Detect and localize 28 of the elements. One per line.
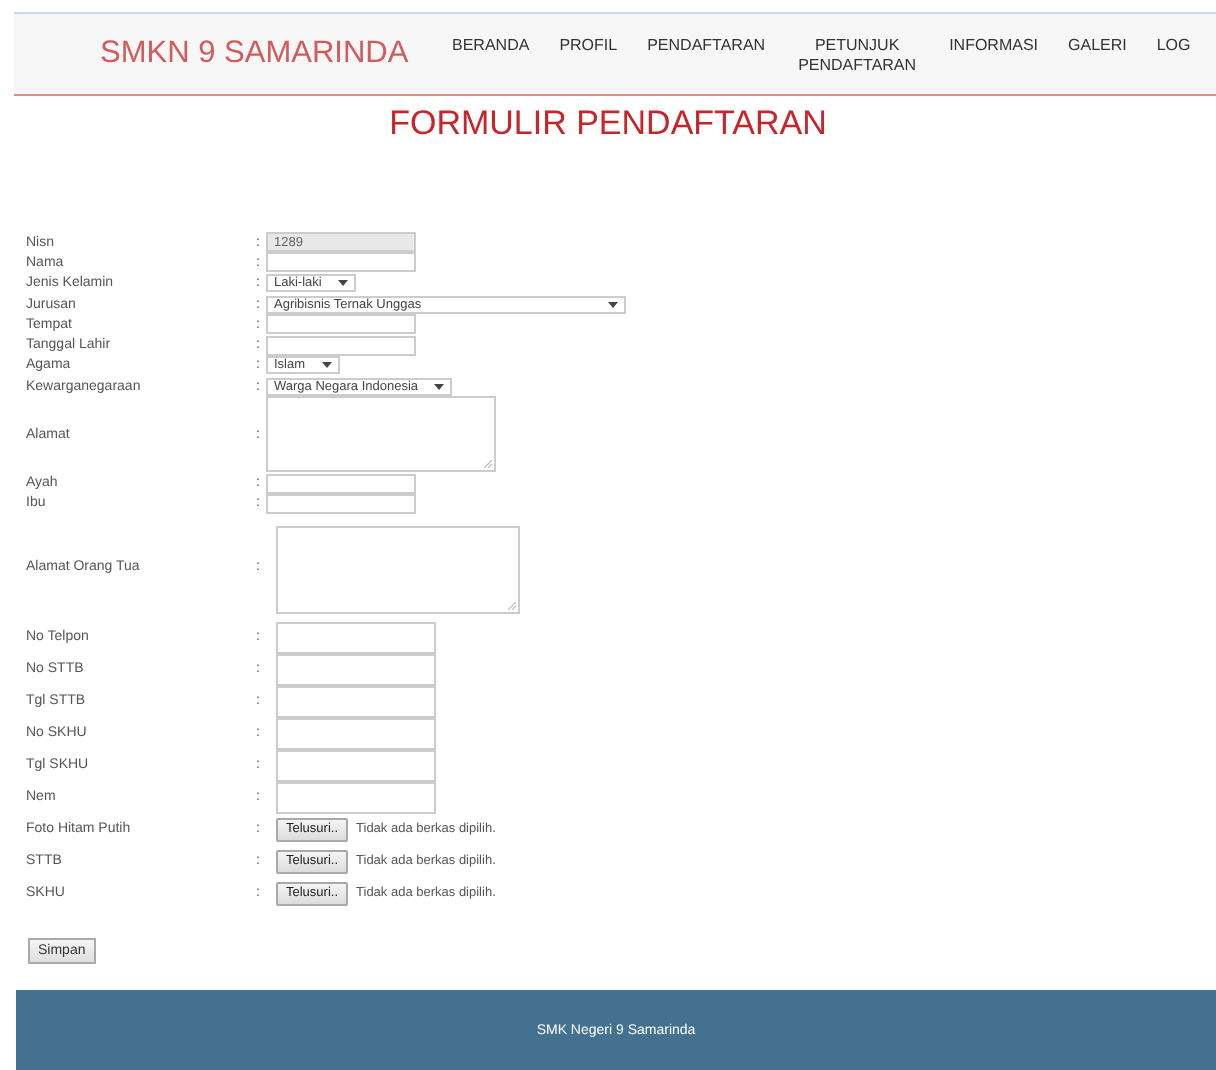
- input-field[interactable]: [276, 621, 436, 654]
- form-title: FORMULIR PENDAFTARAN: [387, 104, 829, 144]
- brand-title: SMKN 9 SAMARINDA: [100, 36, 411, 72]
- resize-grip-icon: [484, 460, 492, 469]
- nav-link[interactable]: LOG: [1156, 36, 1191, 56]
- caret-icon: [434, 383, 445, 390]
- nav-link[interactable]: PENDAFTARAN: [647, 36, 766, 56]
- nav-link[interactable]: INFORMASI: [949, 36, 1039, 56]
- input-field[interactable]: [276, 685, 436, 718]
- caret-icon: [337, 280, 348, 287]
- input-field[interactable]: [276, 717, 436, 750]
- resize-grip-icon: [508, 601, 516, 610]
- input-field[interactable]: [276, 653, 436, 686]
- textarea-field[interactable]: [266, 396, 496, 473]
- input-field[interactable]: [266, 314, 416, 335]
- input-field[interactable]: [266, 473, 416, 494]
- input-field[interactable]: [266, 335, 416, 356]
- nav-link[interactable]: GALERI: [1068, 36, 1127, 56]
- nav-link[interactable]: PROFIL: [559, 36, 618, 56]
- caret-icon: [608, 301, 618, 308]
- input-field[interactable]: [266, 252, 416, 273]
- input-field[interactable]: [276, 749, 436, 782]
- nav-link[interactable]: PETUNJUK PENDAFTARAN: [795, 36, 920, 76]
- textarea-field[interactable]: [276, 525, 520, 614]
- input-field[interactable]: [276, 781, 436, 814]
- input-field[interactable]: [266, 493, 416, 514]
- caret-icon: [321, 362, 332, 369]
- nav-link[interactable]: BERANDA: [452, 36, 530, 56]
